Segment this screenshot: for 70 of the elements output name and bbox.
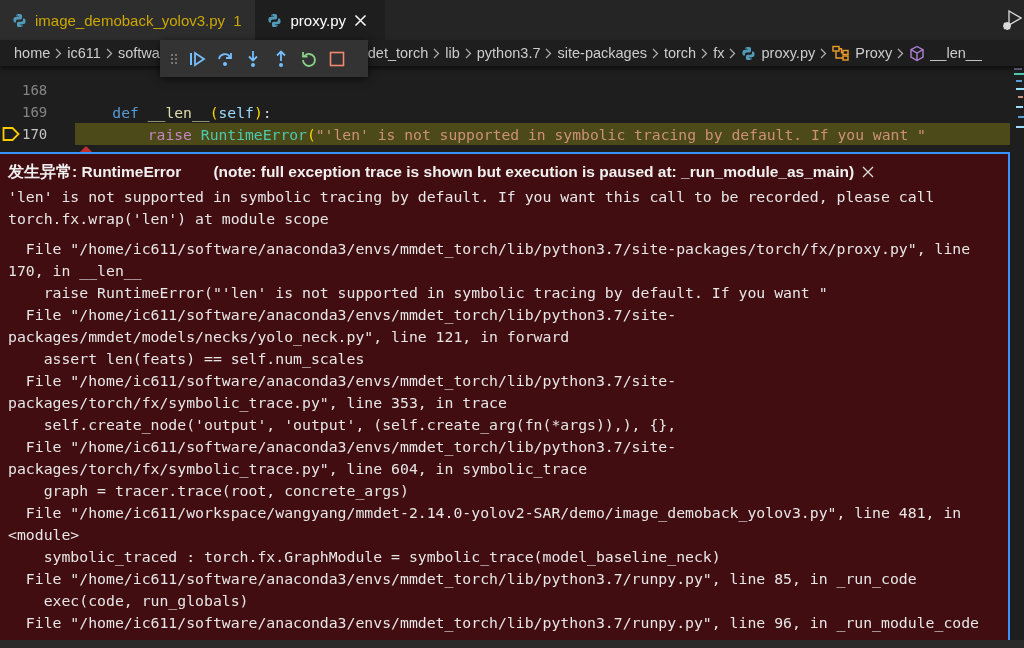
close-icon[interactable] bbox=[862, 166, 875, 178]
breadcrumb-item[interactable]: fx bbox=[713, 45, 725, 61]
debug-button[interactable] bbox=[187, 49, 206, 68]
current-line-icon bbox=[2, 126, 20, 142]
stack-trace-line: raise RuntimeError("'len' is not supported in symbolic tracing by default. If you want " bbox=[42, 283, 829, 303]
stack-trace-line: File "/home/ic611/software/anaconda3/envs/mmdet_torch/lib/python3.7/runpy.py", line 96, in _run_module_code bbox=[24, 613, 981, 634]
python-icon bbox=[741, 45, 757, 61]
line-number: 170 bbox=[22, 126, 46, 142]
problem-count: 1 bbox=[233, 11, 242, 29]
chevron-icon bbox=[820, 47, 828, 59]
stack-trace-line: packages/torch/fx/symbolic_trace.py", line 353, in trace bbox=[8, 393, 508, 414]
chevron-icon bbox=[105, 47, 113, 59]
debug-button[interactable] bbox=[327, 49, 346, 68]
python-icon bbox=[12, 12, 27, 28]
breadcrumb-item[interactable]: __len__ bbox=[930, 45, 982, 61]
breadcrumb-item[interactable]: det_torch bbox=[367, 45, 429, 61]
breadcrumb-item[interactable]: torch bbox=[663, 45, 697, 61]
chevron-icon bbox=[729, 47, 737, 59]
editor-tab[interactable]: proxy.py bbox=[255, 0, 386, 40]
editor-tab[interactable]: image_demoback_yolov3.py 1 bbox=[0, 0, 256, 40]
breadcrumb-item[interactable]: softwa bbox=[117, 45, 160, 61]
chevron-icon bbox=[545, 47, 553, 59]
stack-trace-line: File "/home/ic611/workspace/wangyang/mmdet-2.14.0-yolov2-SAR/demo/image_demoback_yolov3.py", line 481, in bbox=[24, 503, 963, 524]
stack-trace-line: File "/home/ic611/software/anaconda3/envs/mmdet_torch/lib/python3.7/site- bbox=[24, 305, 678, 326]
exception-message: torch.fx.wrap('len') at module scope bbox=[8, 209, 330, 229]
stack-trace-line: packages/torch/fx/symbolic_trace.py", line 604, in symbolic_trace bbox=[8, 459, 589, 480]
peek-arrow-icon bbox=[80, 146, 92, 152]
debug-button[interactable] bbox=[299, 49, 318, 68]
cube-icon bbox=[909, 44, 926, 62]
stack-trace-line: <module> bbox=[8, 525, 81, 545]
step-out-icon bbox=[275, 49, 286, 67]
python-icon bbox=[267, 12, 283, 28]
stack-trace-line: assert len(feats) == self.num_scales bbox=[42, 349, 366, 370]
chevron-icon bbox=[55, 47, 63, 59]
chevron-icon bbox=[651, 47, 659, 59]
stack-trace-line: 170, in __len__ bbox=[8, 261, 143, 282]
line-number: 168 bbox=[22, 82, 46, 98]
continue-icon bbox=[189, 50, 206, 67]
breadcrumb-item[interactable]: Proxy bbox=[855, 45, 893, 61]
breadcrumb-item[interactable]: site-packages bbox=[557, 45, 647, 61]
breadcrumb-item[interactable]: lib bbox=[445, 45, 460, 61]
stack-trace-line: symbolic_traced : torch.fx.GraphModule = symbolic_trace(model_baseline_neck) bbox=[42, 547, 722, 568]
stop-icon bbox=[329, 51, 345, 66]
breadcrumb-item[interactable]: ic611 bbox=[67, 45, 101, 61]
line-number: 169 bbox=[22, 104, 46, 120]
stack-trace-line: File "/home/ic611/software/anaconda3/envs/mmdet_torch/lib/python3.7/site- bbox=[24, 437, 678, 458]
code-line: def __len__(self): bbox=[111, 102, 273, 123]
step-into-icon bbox=[247, 49, 258, 67]
exception-title: 发生异常: RuntimeError bbox=[8, 161, 182, 182]
stack-trace-line: packages/mmdet/models/necks/yolo_neck.py", line 121, in forward bbox=[8, 327, 571, 348]
restart-icon bbox=[301, 50, 316, 67]
stack-trace-line: File "/home/ic611/software/anaconda3/envs/mmdet_torch/lib/python3.7/site- bbox=[24, 371, 678, 392]
debug-run-icon[interactable] bbox=[1002, 9, 1022, 31]
exception-message: 'len' is not supported in symbolic tracing by default. If you want this call to be recorded, please call bbox=[8, 187, 936, 207]
chevron-icon bbox=[464, 47, 472, 59]
stack-trace-line: graph = tracer.trace(root, concrete_args) bbox=[42, 481, 410, 502]
breadcrumb-item[interactable]: proxy.py bbox=[761, 45, 816, 61]
breadcrumb-item[interactable]: home bbox=[14, 45, 51, 61]
breadcrumb-item[interactable]: python3.7 bbox=[476, 45, 541, 61]
class-icon bbox=[832, 45, 851, 61]
stack-trace-line: File "/home/ic611/software/anaconda3/envs/mmdet_torch/lib/python3.7/runpy.py", line 85, in _run_code bbox=[24, 569, 918, 590]
step-over-icon bbox=[217, 51, 232, 66]
chevron-icon bbox=[433, 47, 441, 59]
exception-note: (note: full exception trace is shown but execution is paused at: _run_module_as_main) bbox=[213, 163, 855, 181]
chevron-icon bbox=[701, 47, 709, 59]
stack-trace-line: exec(code, run_globals) bbox=[42, 591, 250, 612]
stack-trace-line: self.create_node('output', 'output', (self.create_arg(fn(*args)),), {}, bbox=[42, 415, 678, 436]
stack-trace-line: File "/home/ic611/software/anaconda3/envs/mmdet_torch/lib/python3.7/site-packages/torch/fx/proxy.py", line bbox=[24, 239, 972, 260]
gripper-icon[interactable] bbox=[169, 52, 178, 65]
chevron-icon bbox=[897, 47, 905, 59]
